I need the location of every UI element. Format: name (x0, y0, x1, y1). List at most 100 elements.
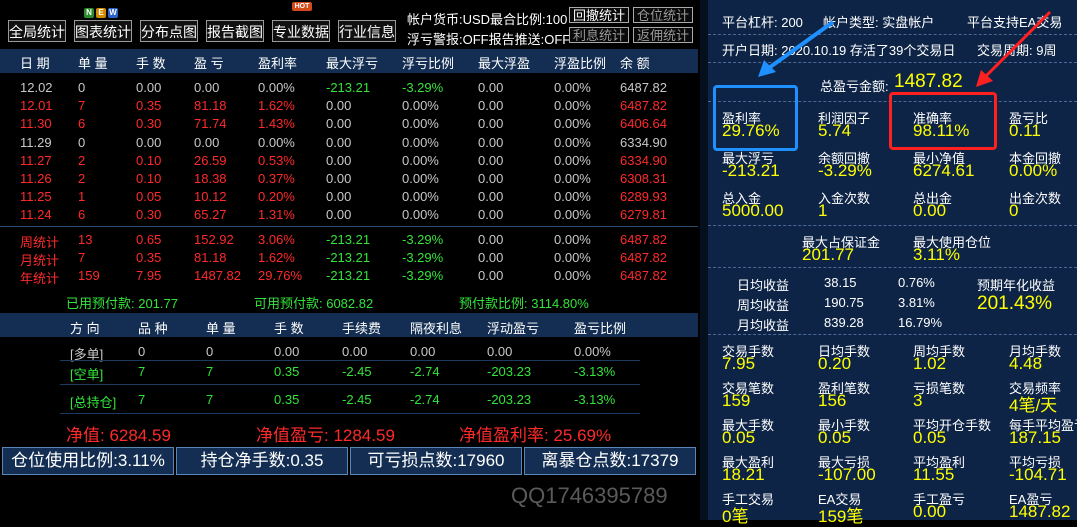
position-cell: -203.23 (487, 392, 532, 407)
liquidation-points-box: 离暴仓点数:17379 (524, 447, 696, 475)
summary-cell: 1.62% (258, 250, 295, 265)
table-cell: 81.18 (194, 98, 227, 114)
distribution-chart-button[interactable]: 分布点图 (140, 20, 198, 42)
pro-data-button[interactable]: 专业数据 (272, 20, 330, 42)
summary-cell: 81.18 (194, 250, 227, 265)
stat-value: 0笔 (722, 507, 749, 526)
column-header: 日 期 (20, 56, 50, 71)
table-cell: 0.00% (554, 207, 591, 223)
table-cell: 0.00% (554, 98, 591, 114)
table-cell: 0.00% (402, 189, 439, 205)
summary-cell: 3.06% (258, 232, 295, 247)
summary-cell: 6487.82 (620, 232, 667, 247)
interest-stats-button[interactable]: 利息统计 (569, 27, 630, 43)
stat-value: 0.05 (913, 428, 947, 447)
column-header: 单 量 (206, 321, 236, 336)
summary-cell: 0.65 (136, 232, 162, 247)
table-cell: 6 (78, 116, 86, 132)
table-cell: 0.00% (554, 134, 591, 150)
prepay-ratio: 预付款比例: 3114.80% (459, 296, 589, 311)
column-header: 手 数 (136, 56, 166, 71)
avg-return-amount: 190.75 (824, 295, 864, 310)
summary-cell: 0.00 (478, 268, 504, 283)
position-cell: -2.74 (410, 364, 440, 379)
table-cell: 6279.81 (620, 207, 667, 223)
summary-cell: 29.76% (258, 268, 303, 283)
row-divider (60, 360, 640, 361)
stat-value: 187.15 (1009, 428, 1061, 447)
stat-value: 1.02 (913, 354, 947, 373)
net-lots-box: 持仓净手数:0.35 (176, 447, 348, 475)
table-cell: 0 (78, 80, 86, 95)
summary-cell: -213.21 (326, 250, 371, 265)
column-header: 盈亏比例 (574, 321, 627, 336)
stat-value: 4笔/天 (1009, 396, 1058, 415)
industry-info-button[interactable]: 行业信息 (338, 20, 396, 42)
stat-value: -107.00 (818, 465, 876, 484)
table-cell: 6334.90 (620, 134, 667, 150)
table-cell: 6 (78, 207, 86, 223)
stat-value: 6274.61 (913, 161, 975, 180)
table-cell: 11.27 (20, 152, 52, 168)
table-cell: 0.00% (554, 80, 591, 95)
column-header: 余 额 (620, 56, 650, 71)
avg-return-amount: 38.15 (824, 275, 857, 290)
row-divider (60, 384, 640, 385)
column-header: 方 向 (70, 321, 100, 336)
position-cell: 0 (138, 344, 146, 359)
table-cell: 0.00 (478, 98, 504, 114)
table-cell: 6334.90 (620, 152, 667, 168)
stat-value: -3.29% (818, 161, 872, 180)
table-cell: 0.00% (402, 116, 439, 132)
stat-value: 0 (1009, 201, 1019, 220)
table-cell: 0.20% (258, 189, 295, 205)
drawdown-stats-button[interactable]: 回撤统计 (569, 7, 630, 23)
max-position-value: 3.11% (913, 245, 960, 264)
stat-value: 0.05 (722, 428, 756, 447)
position-cell: 0.35 (274, 392, 300, 407)
table-cell: 12.01 (20, 98, 53, 114)
table-cell: 0.00 (326, 171, 352, 186)
position-cell: -2.45 (342, 392, 372, 407)
column-header: 盈 亏 (194, 56, 224, 71)
new-badge-w: W (108, 8, 118, 18)
column-header: 盈利率 (258, 56, 298, 71)
table-cell: 1.31% (258, 207, 295, 223)
table-cell: 0.00% (258, 134, 295, 150)
red-arrow-line (982, 10, 1052, 80)
stat-value: 0.00% (1009, 161, 1058, 180)
table-cell: 0.00 (326, 207, 352, 223)
rebate-stats-button[interactable]: 返佣统计 (633, 27, 694, 43)
table-cell: 0.10 (136, 152, 162, 168)
stat-value: 0.00 (913, 502, 947, 521)
new-badge-e: E (96, 8, 106, 18)
table-cell: 7 (78, 98, 86, 114)
summary-cell: 0.00% (554, 250, 591, 265)
position-cell: -2.74 (410, 392, 440, 407)
position-cell: 0.00 (487, 344, 513, 359)
column-header: 最大浮盈 (478, 56, 531, 71)
stat-value: 5000.00 (722, 201, 784, 220)
table-cell: 11.29 (20, 134, 52, 150)
table-cell: 0.00% (554, 189, 591, 205)
avg-return-percent: 3.81% (898, 295, 935, 310)
column-header: 品 种 (138, 321, 168, 336)
summary-cell: 7.95 (136, 268, 162, 283)
table-cell: 0.30 (136, 207, 162, 223)
table-cell: 0.00 (136, 80, 162, 95)
stat-value: 159 (722, 391, 751, 410)
position-cell: 0.00% (574, 344, 611, 359)
position-stats-button[interactable]: 仓位统计 (633, 7, 694, 23)
chart-stats-button[interactable]: 图表统计 (74, 20, 132, 42)
position-usage-box: 仓位使用比例:3.11% (2, 447, 174, 475)
table-cell: 2 (78, 171, 86, 186)
avg-return-amount: 839.28 (824, 315, 864, 330)
table-cell: 1 (78, 189, 86, 205)
report-screenshot-button[interactable]: 报告截图 (206, 20, 264, 42)
column-header: 最大浮亏 (326, 56, 379, 71)
stat-value: 156 (818, 391, 847, 410)
position-cell: 7 (206, 392, 214, 407)
loss-points-box: 可亏损点数:17960 (350, 447, 522, 475)
used-prepay: 已用预付款: 201.77 (66, 296, 178, 311)
global-stats-button[interactable]: 全局统计 (8, 20, 66, 42)
